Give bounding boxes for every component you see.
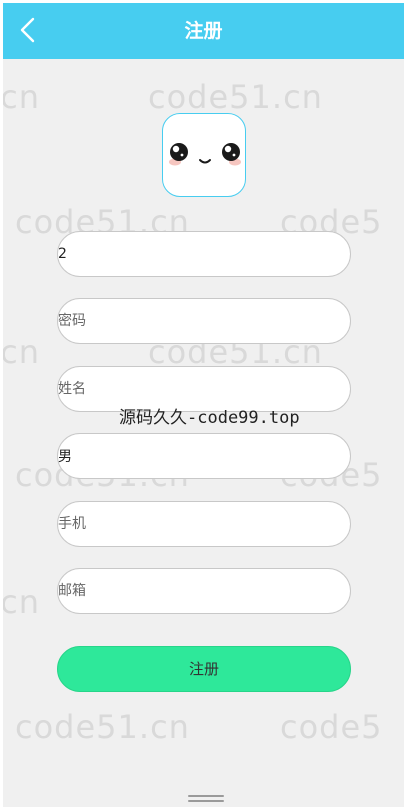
watermark-text: code5 <box>280 708 383 746</box>
phone-input[interactable] <box>58 502 350 546</box>
password-field[interactable] <box>57 298 351 344</box>
cute-face-avatar-icon <box>169 143 241 166</box>
name-field[interactable] <box>57 366 351 412</box>
password-input[interactable] <box>58 299 350 343</box>
register-button[interactable]: 注册 <box>57 646 351 692</box>
top-bar: 注册 <box>3 3 404 59</box>
watermark-text: code51.cn <box>15 708 190 746</box>
watermark-text: code51.cn <box>148 78 323 116</box>
username-field[interactable] <box>57 231 351 277</box>
home-indicator[interactable] <box>188 795 224 803</box>
page-title: 注册 <box>184 20 223 42</box>
watermark-text: .cn <box>3 78 41 116</box>
phone-field[interactable] <box>57 501 351 547</box>
avatar[interactable] <box>162 113 246 197</box>
username-input[interactable] <box>58 232 350 276</box>
email-field[interactable] <box>57 568 351 614</box>
name-input[interactable] <box>58 367 350 411</box>
watermark-text: .cn <box>3 583 41 621</box>
watermark-text: .cn <box>3 333 41 371</box>
app-screen: 注册 .cn code51.cn code51.cn code5 .cn cod… <box>3 3 404 807</box>
gender-field[interactable] <box>57 433 351 479</box>
gender-input[interactable] <box>58 434 350 478</box>
email-input[interactable] <box>58 569 350 613</box>
